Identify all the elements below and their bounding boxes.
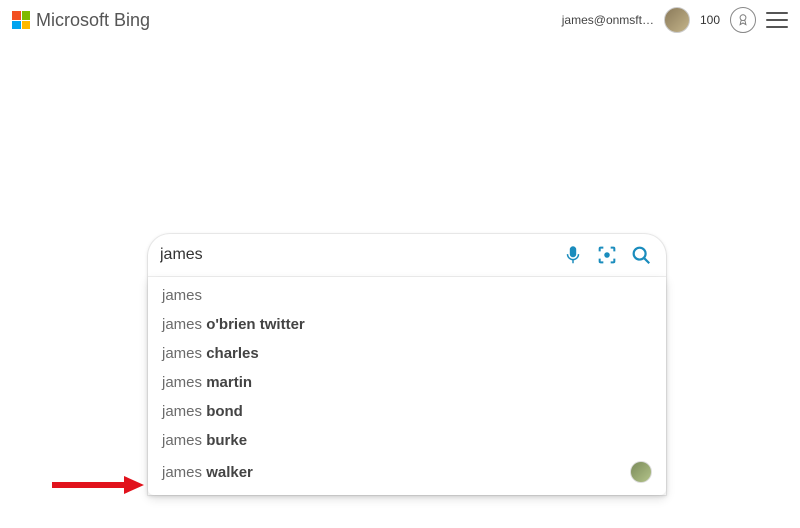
search-box: james james o'brien twitter james charles j… [148,234,666,495]
suggestion-item[interactable]: james bond [148,397,666,426]
suggestion-item[interactable]: james [148,281,666,310]
bing-logo[interactable]: Microsoft Bing [12,10,150,31]
suggestion-text: james [162,287,202,304]
annotation-arrow-icon [52,476,144,494]
search-row [148,234,666,277]
suggestion-text: james martin [162,374,252,391]
suggestion-avatar [630,461,652,483]
suggestion-text: james charles [162,345,259,362]
header-right: james@onmsft… 100 [562,7,788,33]
header: Microsoft Bing james@onmsft… 100 [0,0,800,40]
search-action-icons [562,244,652,266]
suggestion-text: james walker [162,464,253,481]
logo-text: Microsoft Bing [36,10,150,31]
visual-search-icon[interactable] [596,244,618,266]
rewards-points[interactable]: 100 [700,13,720,27]
user-email[interactable]: james@onmsft… [562,13,654,27]
suggestion-text: james bond [162,403,243,420]
hamburger-menu-icon[interactable] [766,12,788,28]
suggestion-text: james burke [162,432,247,449]
suggestion-item[interactable]: james charles [148,339,666,368]
suggestion-item[interactable]: james martin [148,368,666,397]
suggestion-item[interactable]: james walker [148,455,666,489]
rewards-icon[interactable] [730,7,756,33]
suggestion-item[interactable]: james burke [148,426,666,455]
suggestion-item[interactable]: james o'brien twitter [148,310,666,339]
suggestions-list: james james o'brien twitter james charles j… [148,277,666,495]
search-icon[interactable] [630,244,652,266]
suggestion-text: james o'brien twitter [162,316,305,333]
search-input[interactable] [160,244,552,266]
avatar[interactable] [664,7,690,33]
microsoft-icon [12,11,30,29]
microphone-icon[interactable] [562,244,584,266]
